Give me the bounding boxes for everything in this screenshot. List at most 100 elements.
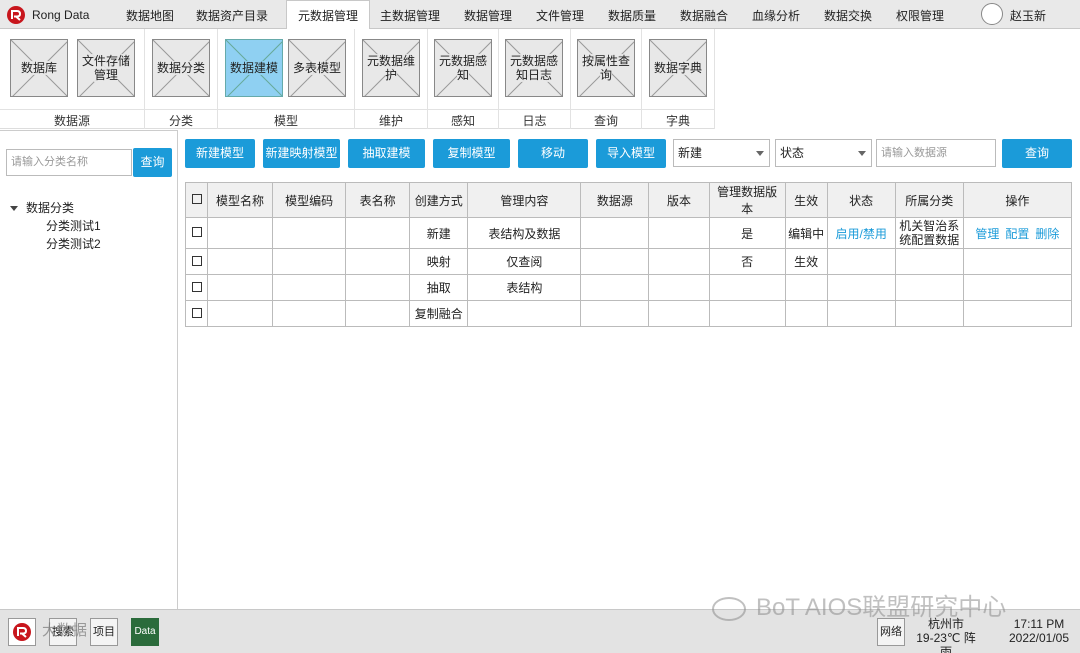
status-cell <box>826 300 896 327</box>
user-avatar[interactable] <box>981 3 1003 25</box>
ribbon-group-classification: 数据分类 分类 <box>145 29 218 129</box>
column-header[interactable]: 操作 <box>962 182 1073 218</box>
version-cell <box>648 248 710 275</box>
datasource-search-input[interactable]: 请输入数据源 <box>876 139 996 167</box>
tool-perception-log[interactable]: 元数据感知日志 <box>505 39 563 97</box>
row-checkbox[interactable] <box>184 274 209 301</box>
column-header[interactable]: 管理内容 <box>467 182 582 218</box>
new-model-button[interactable]: 新建模型 <box>185 139 255 168</box>
row-checkbox[interactable] <box>184 300 209 327</box>
move-button[interactable]: 移动 <box>518 139 588 168</box>
tool-data-classification[interactable]: 数据分类 <box>152 39 210 97</box>
query-button[interactable]: 查询 <box>1002 139 1072 168</box>
nav-data-fusion[interactable]: 数据融合 <box>680 7 728 24</box>
manage-link[interactable]: 管理 <box>975 227 999 241</box>
user-name[interactable]: 赵玉新 <box>1010 7 1046 24</box>
import-model-button[interactable]: 导入模型 <box>596 139 666 168</box>
tree-node-child[interactable]: 分类测试2 <box>10 235 101 253</box>
taskbar-item-button[interactable]: 项目 <box>90 618 118 646</box>
nav-lineage-analysis[interactable]: 血缘分析 <box>752 7 800 24</box>
version-cell <box>648 300 710 327</box>
column-header[interactable]: 版本 <box>648 182 710 218</box>
tool-attribute-query[interactable]: 按属性查询 <box>577 39 635 97</box>
column-header[interactable]: 模型编码 <box>272 182 347 218</box>
column-header[interactable]: 创建方式 <box>409 182 469 218</box>
nav-permission-management[interactable]: 权限管理 <box>896 7 944 24</box>
weather-forecast: 19-23℃ 阵雨 <box>916 631 976 653</box>
nav-data-management[interactable]: 数据管理 <box>464 7 512 24</box>
delete-link[interactable]: 删除 <box>1035 227 1059 241</box>
table-row[interactable]: 复制融合 <box>184 300 1073 327</box>
ribbon-group-dictionary: 数据字典 字典 <box>642 29 715 129</box>
table-row[interactable]: 抽取 表结构 <box>184 274 1073 301</box>
caret-down-icon[interactable] <box>10 206 18 212</box>
table-row[interactable]: 映射 仅查阅 否 生效 <box>184 248 1073 275</box>
tool-database[interactable]: 数据库 <box>10 39 68 97</box>
tool-file-storage[interactable]: 文件存储管理 <box>77 39 135 97</box>
column-header[interactable]: 所属分类 <box>894 182 964 218</box>
tree-node-root[interactable]: 数据分类 <box>10 199 101 217</box>
start-button[interactable] <box>8 618 36 646</box>
model-name-cell <box>207 248 274 275</box>
network-button[interactable]: 网络 <box>877 618 905 646</box>
tool-multi-table-model[interactable]: 多表模型 <box>288 39 346 97</box>
managed-version-cell: 否 <box>708 248 786 275</box>
clock-widget[interactable]: 17:11 PM 2022/01/05 <box>1002 617 1076 645</box>
tool-metadata-perception[interactable]: 元数据感知 <box>434 39 492 97</box>
tool-data-modeling[interactable]: 数据建模 <box>225 39 283 97</box>
column-header[interactable]: 生效 <box>784 182 828 218</box>
column-header[interactable]: 表名称 <box>345 182 411 218</box>
table-row[interactable]: 新建 表结构及数据 是 编辑中 启用/禁用 机关智治系统配置数据 管理 配置 删除 <box>184 217 1073 249</box>
model-table: 模型名称 模型编码 表名称 创建方式 管理内容 数据源 版本 管理数据版本 生效… <box>184 182 1073 327</box>
nav-data-exchange[interactable]: 数据交换 <box>824 7 872 24</box>
new-mapping-model-button[interactable]: 新建映射模型 <box>263 139 340 168</box>
copy-model-button[interactable]: 复制模型 <box>433 139 510 168</box>
tool-data-dictionary[interactable]: 数据字典 <box>649 39 707 97</box>
nav-file-management[interactable]: 文件管理 <box>536 7 584 24</box>
actions-cell: 管理 配置 删除 <box>962 217 1073 249</box>
datasource-cell <box>580 248 650 275</box>
classification-search-button[interactable]: 查询 <box>133 148 172 177</box>
version-cell <box>648 274 710 301</box>
taskbar-data-app[interactable]: Data <box>131 618 159 646</box>
ribbon-group-label: 模型 <box>218 109 354 129</box>
select-all-checkbox[interactable] <box>184 182 209 218</box>
weather-widget[interactable]: 杭州市 19-23℃ 阵雨 <box>912 617 980 653</box>
table-name-cell <box>345 248 411 275</box>
ribbon-group-log: 元数据感知日志 日志 <box>499 29 571 129</box>
nav-master-data[interactable]: 主数据管理 <box>380 7 440 24</box>
column-header[interactable]: 管理数据版本 <box>708 182 786 218</box>
ribbon-group-label: 感知 <box>428 109 498 129</box>
nav-metadata-management[interactable]: 元数据管理 <box>286 0 371 29</box>
category-cell <box>894 274 964 301</box>
column-header[interactable]: 状态 <box>826 182 896 218</box>
model-name-cell <box>207 300 274 327</box>
model-code-cell <box>272 248 347 275</box>
tree-node-child[interactable]: 分类测试1 <box>10 217 101 235</box>
effective-cell <box>784 300 828 327</box>
ribbon-group-label: 分类 <box>145 109 217 129</box>
effective-cell: 编辑中 <box>784 217 828 249</box>
datasource-cell <box>580 217 650 249</box>
column-header[interactable]: 数据源 <box>580 182 650 218</box>
row-checkbox[interactable] <box>184 248 209 275</box>
nav-data-quality[interactable]: 数据质量 <box>608 7 656 24</box>
create-method-cell: 映射 <box>409 248 469 275</box>
ribbon-group-model: 数据建模 多表模型 模型 <box>218 29 355 129</box>
extract-modeling-button[interactable]: 抽取建模 <box>348 139 425 168</box>
ribbon-group-label: 查询 <box>571 109 641 129</box>
status-cell: 启用/禁用 <box>826 217 896 249</box>
overlay-watermark-text: 大数据 <box>42 622 88 639</box>
enable-disable-link[interactable]: 启用/禁用 <box>836 227 887 241</box>
create-method-select[interactable]: 新建 <box>673 139 770 167</box>
row-checkbox[interactable] <box>184 217 209 249</box>
nav-data-map[interactable]: 数据地图 <box>126 7 174 24</box>
configure-link[interactable]: 配置 <box>1005 227 1029 241</box>
actions-cell <box>962 300 1073 327</box>
nav-asset-catalog[interactable]: 数据资产目录 <box>196 7 268 24</box>
tool-metadata-maintenance[interactable]: 元数据维护 <box>362 39 420 97</box>
status-select[interactable]: 状态 <box>775 139 872 167</box>
classification-search-input[interactable]: 请输入分类名称 <box>6 149 132 176</box>
column-header[interactable]: 模型名称 <box>207 182 274 218</box>
classification-tree: 数据分类 分类测试1 分类测试2 <box>10 199 101 253</box>
